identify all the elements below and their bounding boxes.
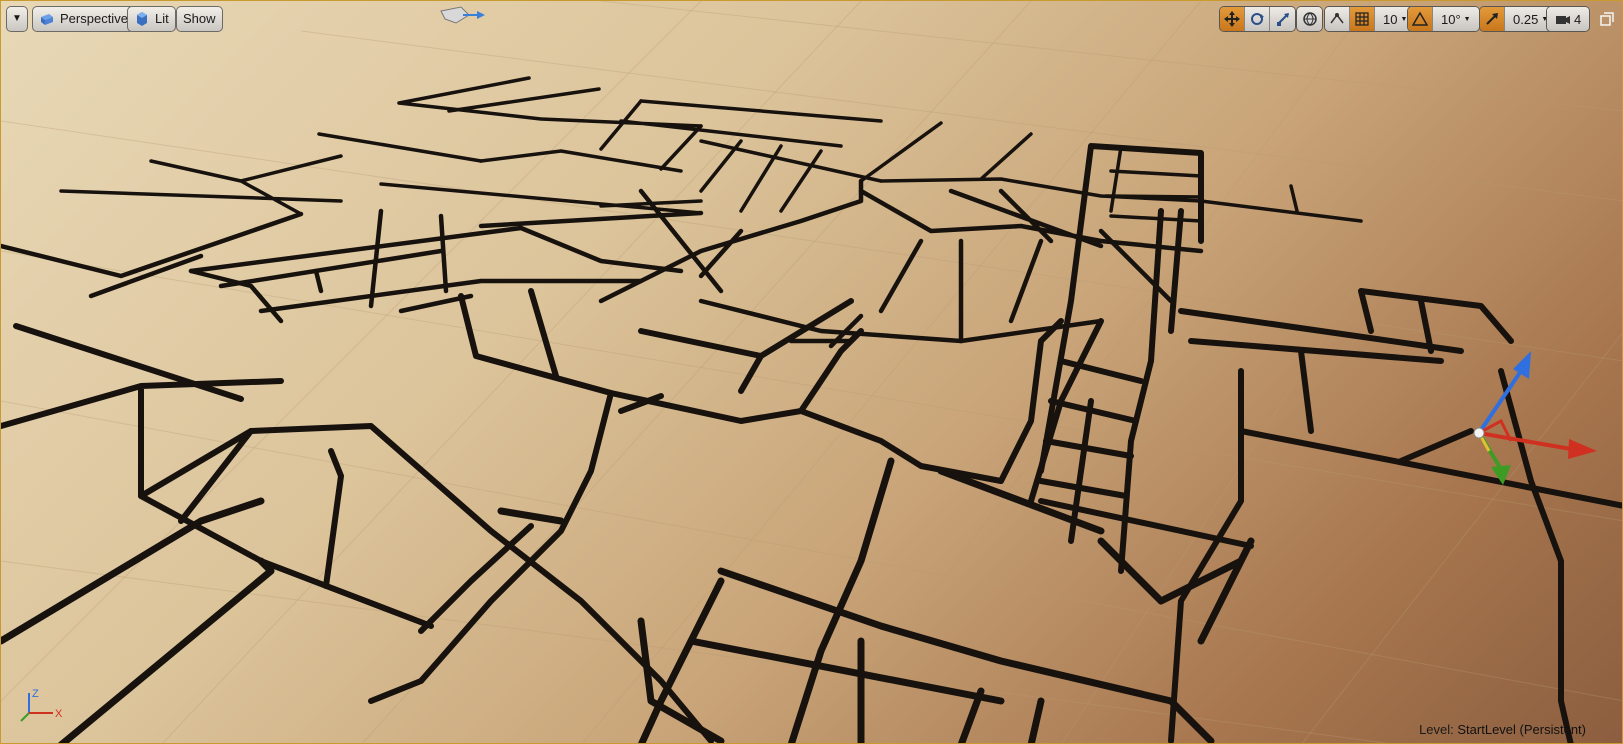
perspective-button[interactable]: Perspective [32,6,135,32]
show-label: Show [183,11,216,26]
world-space-button[interactable] [1297,7,1322,31]
axis-z-label: Z [32,688,39,700]
lit-label: Lit [155,11,169,26]
scene-canvas[interactable]: Z X [1,1,1623,744]
level-name: StartLevel (Persistent) [1457,722,1586,737]
floor-grid [1,1,1622,743]
camera-speed-value-text: 4 [1574,11,1582,27]
scale-icon [1276,13,1289,26]
coordinate-space-group [1296,6,1323,32]
move-arrows-icon [1224,11,1240,27]
camera-speed-button[interactable]: 4 [1547,7,1590,31]
scale-snap-toggle[interactable] [1480,7,1505,31]
directional-light-icon[interactable] [440,6,485,24]
grid-icon [1355,12,1369,26]
camera-speed-group: 4 [1546,6,1591,32]
level-prefix: Level: [1419,722,1454,737]
chevron-down-icon: ▼ [12,13,22,24]
maximize-viewport-button[interactable] [1599,11,1615,27]
level-viewport[interactable]: Z X ▼ Perspective Lit Show 10 ▼ 10° ▼ 0.… [0,0,1623,744]
camera-icon [1556,16,1570,24]
view-mode-button[interactable]: Lit [127,6,176,32]
lit-sphere-icon [134,11,150,27]
globe-icon [1302,12,1317,26]
axis-indicator: Z X [20,688,63,722]
viewport-options-button[interactable]: ▼ [6,6,28,32]
transform-mode-group [1219,6,1296,32]
maximize-icon [1600,12,1614,26]
scale-snap-value-text: 0.25 [1513,11,1539,27]
perspective-label: Perspective [60,11,128,26]
rotate-icon [1251,13,1264,25]
axis-x-label: X [55,708,63,720]
grid-snap-group: 10 ▼ [1324,6,1417,32]
surface-snap-icon [1330,13,1344,24]
chevron-down-icon: ▼ [1463,15,1471,23]
level-indicator: Level: StartLevel (Persistent) [1419,722,1586,737]
perspective-cube-icon [39,11,55,27]
scale-mode-button[interactable] [1270,7,1295,31]
translate-mode-button[interactable] [1220,7,1245,31]
angle-icon [1412,11,1428,26]
grid-snap-value-text: 10 [1383,11,1398,27]
rotation-snap-value-text: 10° [1441,11,1461,27]
rotate-mode-button[interactable] [1245,7,1270,31]
surface-snap-button[interactable] [1325,7,1350,31]
rotation-snap-toggle[interactable] [1408,7,1433,31]
transform-gizmo[interactable] [1473,351,1597,485]
show-button[interactable]: Show [176,6,223,32]
scale-snap-icon [1486,13,1498,25]
grid-snap-toggle[interactable] [1350,7,1375,31]
rotation-snap-value[interactable]: 10° ▼ [1433,7,1479,31]
rotation-snap-group: 10° ▼ [1407,6,1480,32]
